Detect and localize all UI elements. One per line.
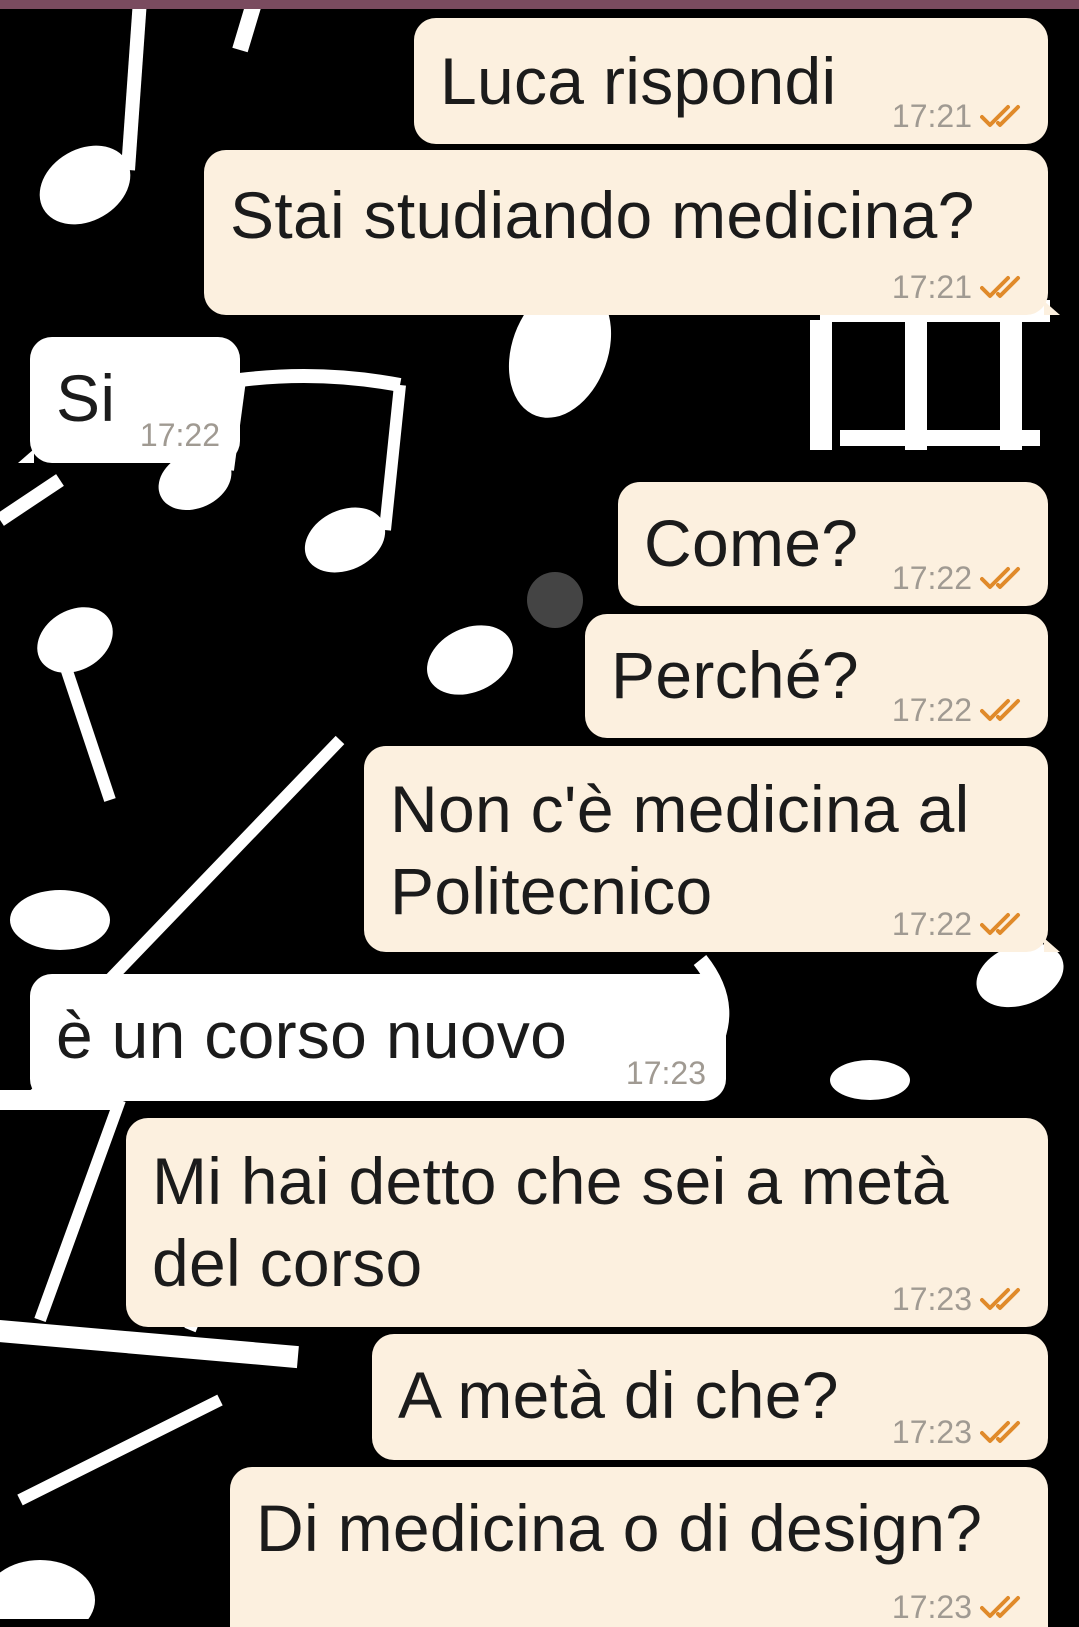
message-time: 17:23	[891, 1589, 972, 1625]
message-text: Luca rispondi	[440, 44, 837, 118]
message-incoming[interactable]: è un corso nuovo 17:23	[18, 974, 726, 1101]
chat-thread[interactable]: Luca rispondi 17:21 Stai studiando medic…	[0, 0, 1079, 1627]
message-text: Come?	[644, 506, 859, 580]
message-outgoing[interactable]: A metà di che? 17:23	[372, 1334, 1048, 1460]
message-outgoing[interactable]: Luca rispondi 17:21	[414, 18, 1048, 144]
message-text: Di medicina o di design?	[256, 1491, 983, 1565]
double-check-icon	[980, 105, 1020, 127]
message-outgoing[interactable]: Mi hai detto che sei a metà del corso 17…	[126, 1118, 1048, 1327]
double-check-icon	[980, 567, 1020, 589]
message-text: Si	[56, 361, 116, 435]
message-outgoing[interactable]: Come? 17:22	[618, 482, 1048, 606]
message-text-line1: Mi hai detto che sei a metà	[152, 1144, 949, 1218]
message-time: 17:22	[139, 417, 220, 453]
message-time: 17:22	[891, 560, 972, 596]
message-text: A metà di che?	[398, 1358, 839, 1432]
double-check-icon	[980, 1288, 1020, 1310]
message-text-line2: del corso	[152, 1226, 423, 1300]
message-text: è un corso nuovo	[56, 998, 568, 1072]
double-check-icon	[980, 1421, 1020, 1443]
message-time: 17:21	[891, 269, 972, 305]
message-time: 17:22	[891, 692, 972, 728]
message-time: 17:23	[891, 1281, 972, 1317]
message-outgoing[interactable]: Non c'è medicina al Politecnico 17:22	[364, 746, 1060, 952]
message-outgoing[interactable]: Stai studiando medicina? 17:21	[204, 150, 1060, 315]
message-time: 17:21	[891, 98, 972, 134]
message-text: Stai studiando medicina?	[230, 178, 975, 252]
message-text: Perché?	[611, 638, 859, 712]
message-time: 17:23	[891, 1414, 972, 1450]
double-check-icon	[980, 1596, 1020, 1618]
message-text-line2: Politecnico	[390, 854, 713, 928]
message-time: 17:23	[625, 1055, 706, 1091]
double-check-icon	[980, 699, 1020, 721]
message-time: 17:22	[891, 906, 972, 942]
bubble-tail	[18, 1087, 34, 1101]
bubble-tail	[1044, 938, 1060, 952]
message-outgoing[interactable]: Di medicina o di design? 17:23	[230, 1467, 1048, 1627]
double-check-icon	[980, 276, 1020, 298]
bubble-tail	[1044, 301, 1060, 315]
message-text-line1: Non c'è medicina al	[390, 772, 970, 846]
message-outgoing[interactable]: Perché? 17:22	[585, 614, 1048, 738]
bubble-tail	[18, 449, 34, 463]
double-check-icon	[980, 913, 1020, 935]
message-incoming[interactable]: Si 17:22	[18, 337, 240, 463]
